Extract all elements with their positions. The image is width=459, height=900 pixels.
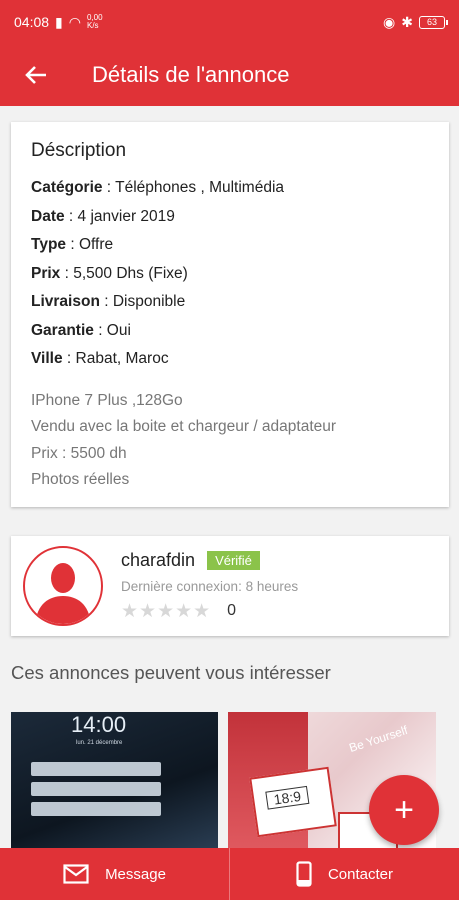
star-rating-icons: ★★★★★: [121, 600, 212, 622]
field-value: : 5,500 Dhs (Fixe): [60, 264, 188, 282]
add-listing-button[interactable]: +: [369, 775, 439, 845]
battery-level: 63: [426, 17, 437, 27]
field-value: : 4 janvier 2019: [64, 207, 175, 225]
thumb-box: 18:9: [249, 766, 337, 838]
bottom-action-bar: Message Contacter: [0, 848, 459, 900]
suggestions-title: Ces annonces peuvent vous intéresser: [11, 662, 331, 683]
field-city: Ville : Rabat, Maroc: [31, 345, 429, 374]
description-title: Déscription: [31, 140, 127, 161]
verified-badge: Vérifié: [207, 550, 260, 570]
seller-name-row: charafdin Vérifié: [121, 550, 298, 571]
description-line: Vendu avec la boite et chargeur / adapta…: [31, 418, 337, 435]
seller-name[interactable]: charafdin: [121, 550, 195, 571]
message-label: Message: [105, 865, 166, 883]
field-date: Date : 4 janvier 2019: [31, 203, 429, 232]
person-silhouette-icon: [35, 563, 91, 624]
seller-info: charafdin Vérifié Dernière connexion: 8 …: [121, 550, 298, 623]
arrow-back-icon: [25, 66, 46, 84]
signal-icon: ▮: [55, 13, 63, 30]
thumb-notification: [31, 802, 161, 816]
thumb-notification: [31, 782, 161, 796]
field-category: Catégorie : Téléphones , Multimédia: [31, 174, 429, 203]
network-speed-unit: K/s: [86, 21, 99, 30]
message-button[interactable]: Message: [0, 848, 229, 900]
field-price: Prix : 5,500 Dhs (Fixe): [31, 260, 429, 289]
thumb-phone-time: 14:00: [71, 712, 127, 737]
page-title: Détails de l'annonce: [92, 62, 290, 87]
thumb-notification: [31, 762, 161, 776]
field-label: Catégorie: [31, 179, 103, 196]
app-toolbar: Détails de l'annonce: [0, 44, 459, 106]
field-label: Prix: [31, 264, 61, 282]
description-card: Déscription Catégorie : Téléphones , Mul…: [11, 122, 449, 507]
field-label: Type: [31, 236, 67, 253]
rating-count: 0: [227, 602, 237, 619]
bluetooth-icon: ✱: [401, 13, 413, 30]
phone-icon: [296, 861, 312, 887]
avatar[interactable]: [23, 546, 103, 626]
seller-card[interactable]: charafdin Vérifié Dernière connexion: 8 …: [11, 536, 449, 636]
suggestion-thumbnail[interactable]: 14:00 lun. 21 décembre: [11, 712, 218, 852]
field-label: Livraison: [31, 293, 100, 310]
field-value: : Disponible: [99, 293, 186, 310]
field-type: Type : Offre: [31, 231, 429, 260]
field-value: : Téléphones , Multimédia: [102, 179, 285, 196]
contact-button[interactable]: Contacter: [230, 848, 459, 900]
thumb-slogan: Be Yourself: [347, 722, 410, 756]
thumb-phone-date: lun. 21 décembre: [76, 740, 123, 746]
seller-rating: ★★★★★ 0: [121, 600, 298, 623]
last-seen: Dernière connexion: 8 heures: [121, 578, 299, 594]
wifi-icon: ◠: [68, 13, 81, 30]
field-value: : Rabat, Maroc: [62, 350, 169, 367]
description-line: IPhone 7 Plus ,128Go: [31, 391, 183, 409]
eye-icon: ◉: [383, 13, 396, 30]
field-label: Ville: [31, 350, 63, 367]
battery-icon: 63: [419, 15, 448, 29]
description-line: Prix : 5500 dh: [31, 444, 127, 462]
field-delivery: Livraison : Disponible: [31, 288, 429, 317]
description-text: IPhone 7 Plus ,128Go Vendu avec la boite…: [31, 388, 429, 494]
thumb-ratio: 18:9: [265, 785, 310, 810]
field-warranty: Garantie : Oui: [31, 317, 429, 346]
plus-icon: +: [394, 790, 414, 829]
status-time: 04:08: [14, 14, 50, 30]
mail-icon: [63, 864, 89, 884]
field-value: : Oui: [93, 321, 131, 339]
field-label: Date: [31, 207, 65, 225]
status-bar: 04:08 ▮ ◠ 0,00 K/s ◉ ✱ 63: [0, 0, 459, 44]
contact-label: Contacter: [327, 865, 394, 883]
field-label: Garantie: [31, 321, 94, 339]
back-button[interactable]: [0, 44, 72, 106]
field-value: : Offre: [66, 236, 114, 253]
network-speed: 0,00 K/s: [87, 14, 103, 30]
description-line: Photos réelles: [31, 471, 130, 488]
